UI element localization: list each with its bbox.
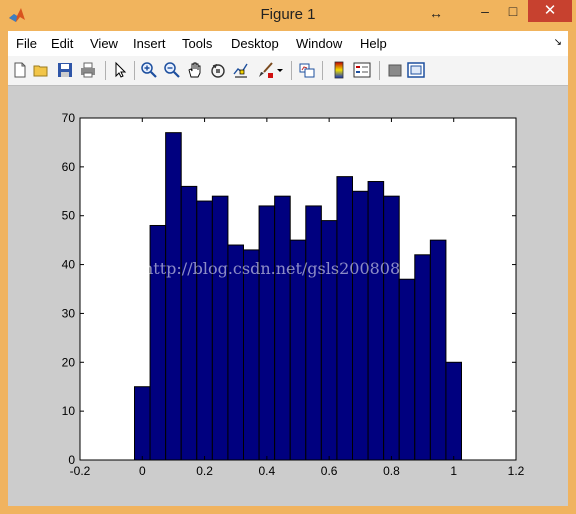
y-tick-label: 60: [62, 160, 76, 174]
histogram-bar: [352, 190, 369, 461]
x-tick-label: 0.2: [196, 464, 213, 478]
y-tick-label: 10: [62, 404, 76, 418]
histogram-chart: -0.2 0 0.2 0.4 0.6 0.8 1 1.2010203040506070 htt…: [62, 111, 525, 478]
histogram-bar: [305, 205, 322, 461]
x-tick-label: 0.6: [321, 464, 338, 478]
histogram-bar: [414, 254, 431, 461]
histogram-bar: [165, 132, 182, 461]
y-tick-label: 30: [62, 306, 76, 320]
histogram-bar: [258, 205, 276, 461]
histogram-bar: [180, 185, 198, 461]
x-tick-label: 0.4: [259, 464, 276, 478]
histogram-bar: [367, 181, 385, 461]
figure-window: Figure 1 ↔ – □ ✕ File Edit View Insert T…: [0, 0, 576, 514]
histogram-bar: [383, 195, 400, 461]
histogram-bar: [429, 239, 447, 461]
histogram-bar: [445, 361, 462, 461]
histogram-bar: [320, 220, 338, 461]
y-tick-label: 70: [62, 111, 76, 125]
y-tick-label: 40: [62, 258, 76, 272]
y-tick-label: 20: [62, 355, 76, 369]
watermark-text: http://blog.csdn.net/gsls200808: [143, 259, 400, 278]
histogram-bar: [274, 195, 291, 461]
y-tick-label: 50: [62, 209, 76, 223]
y-tick-label: 0: [68, 453, 75, 467]
histogram-bar: [398, 278, 416, 461]
x-tick-label: 0.8: [383, 464, 400, 478]
x-tick-label: 1: [450, 464, 457, 478]
histogram-bar: [196, 200, 213, 461]
histogram-bar: [336, 176, 353, 461]
histogram-bar: [134, 386, 151, 461]
histogram-bar: [211, 195, 229, 461]
histogram-bar: [243, 249, 260, 461]
x-tick-label: 1.2: [508, 464, 525, 478]
x-tick-label: 0: [139, 464, 146, 478]
